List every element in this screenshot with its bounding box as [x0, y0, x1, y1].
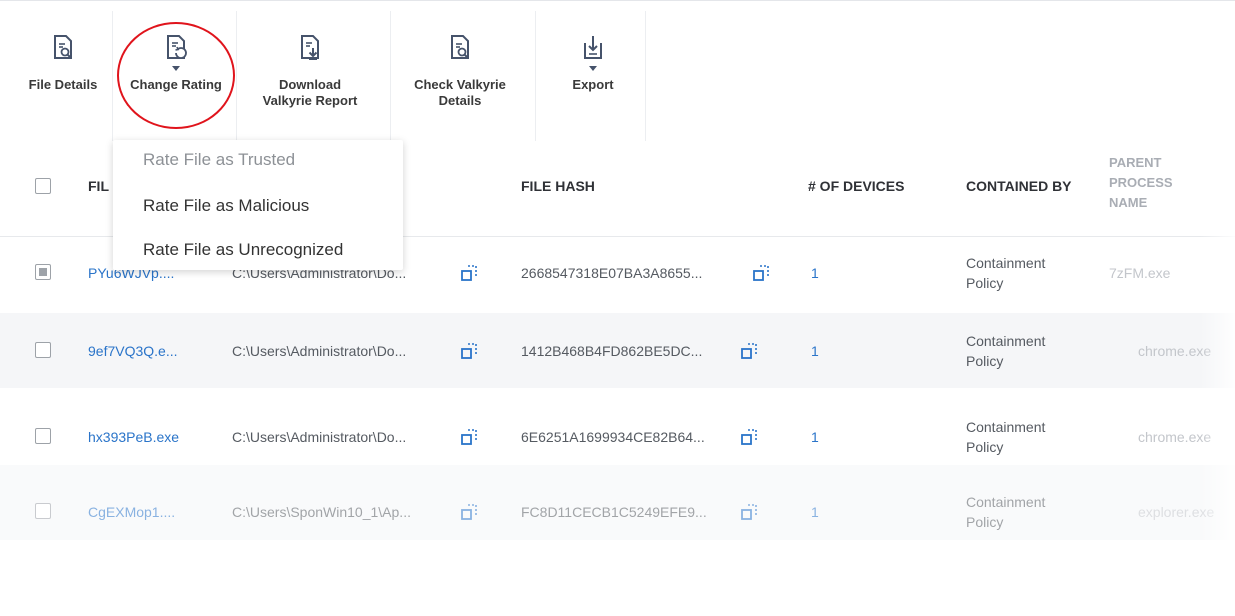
column-parent-process-name[interactable]: PARENT PROCESS NAME [1109, 153, 1173, 213]
row-checkbox[interactable] [35, 503, 51, 519]
table-row[interactable]: CgEXMop1.... C:\Users\SponWin10_1\Ap... … [0, 465, 1235, 540]
copy-icon[interactable] [740, 341, 760, 361]
chevron-down-icon [589, 66, 597, 71]
copy-icon[interactable] [740, 502, 760, 522]
toolbar-divider [535, 11, 536, 141]
parent-process: 7zFM.exe [1109, 265, 1171, 281]
device-count[interactable]: 1 [811, 265, 819, 281]
file-hash: 1412B468B4FD862BE5DC... [521, 343, 703, 359]
export-button[interactable]: Export [548, 11, 638, 139]
copy-icon[interactable] [460, 263, 480, 283]
file-name-link[interactable]: hx393PeB.exe [88, 429, 179, 445]
table-row[interactable]: hx393PeB.exe C:\Users\Administrator\Do..… [0, 389, 1235, 464]
rate-malicious-item[interactable]: Rate File as Malicious [143, 196, 309, 216]
toolbar-divider [390, 11, 391, 141]
change-rating-dropdown: Rate File as Trusted Rate File as Malici… [113, 140, 403, 270]
toolbar: File Details Change Rating Download Valk… [0, 0, 1235, 141]
file-hash: FC8D11CECB1C5249EFE9... [521, 504, 707, 520]
contained-by: Containment Policy [966, 494, 1046, 530]
column-file-name[interactable]: FIL [88, 178, 109, 194]
change-rating-button[interactable]: Change Rating [125, 11, 227, 139]
rate-unrecognized-item[interactable]: Rate File as Unrecognized [143, 240, 343, 260]
table-row[interactable]: 9ef7VQ3Q.e... C:\Users\Administrator\Do.… [0, 313, 1235, 388]
device-count[interactable]: 1 [811, 343, 819, 359]
row-checkbox[interactable] [35, 264, 51, 280]
check-valkyrie-details-button[interactable]: Check Valkyrie Details [405, 11, 515, 139]
toolbar-divider [112, 11, 113, 141]
column-contained-by[interactable]: CONTAINED BY [966, 178, 1072, 194]
device-count[interactable]: 1 [811, 504, 819, 520]
toolbar-divider [236, 11, 237, 141]
file-rating-icon [167, 35, 187, 59]
file-details-button[interactable]: File Details [18, 11, 108, 139]
file-path: C:\Users\SponWin10_1\Ap... [232, 504, 411, 520]
export-label: Export [572, 77, 614, 92]
download-valkyrie-report-label: Download Valkyrie Report [262, 77, 358, 108]
chevron-down-icon [172, 66, 180, 71]
copy-icon[interactable] [460, 427, 480, 447]
rate-trusted-item[interactable]: Rate File as Trusted [143, 150, 295, 170]
change-rating-label: Change Rating [130, 77, 222, 92]
file-hash: 2668547318E07BA3A8655... [521, 265, 703, 281]
file-hash: 6E6251A1699934CE82B64... [521, 429, 705, 445]
contained-by: Containment Policy [966, 333, 1046, 369]
file-name-link[interactable]: 9ef7VQ3Q.e... [88, 343, 178, 359]
file-search-icon [54, 35, 72, 59]
column-file-hash[interactable]: FILE HASH [521, 178, 595, 194]
export-icon [584, 36, 602, 59]
right-fade [1200, 140, 1235, 588]
file-path: C:\Users\Administrator\Do... [232, 343, 407, 359]
contained-by: Containment Policy [966, 419, 1046, 455]
contained-by: Containment Policy [966, 255, 1046, 291]
download-valkyrie-report-button[interactable]: Download Valkyrie Report [250, 11, 370, 139]
copy-icon[interactable] [752, 263, 772, 283]
copy-icon[interactable] [460, 341, 480, 361]
device-count[interactable]: 1 [811, 429, 819, 445]
select-all-checkbox[interactable] [35, 178, 51, 194]
file-details-label: File Details [28, 77, 98, 92]
check-valkyrie-details-label: Check Valkyrie Details [414, 77, 506, 108]
bottom-fade [0, 540, 1235, 588]
toolbar-divider [645, 11, 646, 141]
download-report-icon [301, 35, 319, 60]
column-devices[interactable]: # OF DEVICES [808, 178, 904, 194]
copy-icon[interactable] [740, 427, 760, 447]
check-details-icon [451, 35, 469, 59]
row-checkbox[interactable] [35, 342, 51, 358]
file-name-link[interactable]: CgEXMop1.... [88, 504, 175, 520]
copy-icon[interactable] [460, 502, 480, 522]
row-checkbox[interactable] [35, 428, 51, 444]
file-path: C:\Users\Administrator\Do... [232, 429, 407, 445]
